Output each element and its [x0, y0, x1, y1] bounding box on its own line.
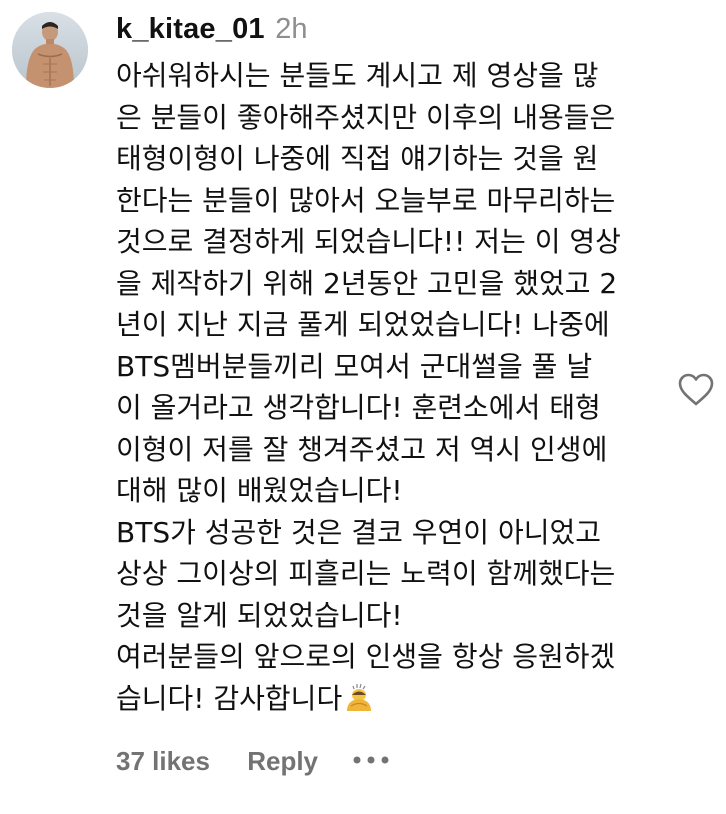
comment-line: 이 올거라고 생각합니다! 훈련소에서 태형	[116, 387, 671, 429]
comment-line: 습니다! 감사합니다	[116, 678, 671, 720]
comment-line-text: 대해 많이 배웠었습니다!	[116, 474, 403, 507]
comment-line-text: 아쉬워하시는 분들도 계시고 제 영상을 많	[116, 59, 599, 92]
comment-line-text: 이형이 저를 잘 챙겨주셨고 저 역시 인생에	[116, 432, 608, 466]
comment-footer: 37 likes Reply	[116, 740, 389, 780]
comment-line: 년이 지난 지금 풀게 되었었습니다! 나중에	[116, 304, 671, 346]
comment-line: 한다는 분들이 많아서 오늘부로 마무리하는	[116, 180, 671, 222]
comment-line-text: 한다는 분들이 많아서 오늘부로 마무리하는	[116, 183, 616, 217]
comment-line: 태형이형이 나중에 직접 얘기하는 것을 원	[116, 138, 671, 180]
likes-count[interactable]: 37 likes	[116, 746, 210, 776]
heart-outline-icon[interactable]	[676, 370, 716, 410]
comment-line-text: 태형이형이 나중에 직접 얘기하는 것을 원	[116, 142, 599, 175]
comment-line: BTS멤버분들끼리 모여서 군대썰을 풀 날	[116, 346, 671, 388]
comment-line: 아쉬워하시는 분들도 계시고 제 영상을 많	[116, 55, 671, 97]
comment: k_kitae_01 2h 아쉬워하시는 분들도 계시고 제 영상을 많은 분들…	[0, 0, 726, 814]
reply-button[interactable]: Reply	[247, 746, 318, 776]
comment-line-text: 것으로 결정하게 되었습니다!! 저는 이 영상	[116, 225, 621, 258]
username[interactable]: k_kitae_01	[116, 13, 265, 45]
comment-line: BTS가 성공한 것은 결코 우연이 아니었고	[116, 512, 671, 554]
timestamp: 2h	[275, 13, 308, 45]
comment-line-text: 상상 그이상의 피흘리는 노력이 함께했다는	[116, 557, 616, 590]
comment-line: 여러분들의 앞으로의 인생을 항상 응원하겠	[116, 636, 671, 678]
comment-line: 은 분들이 좋아해주셨지만 이후의 내용들은	[116, 97, 671, 139]
comment-header: k_kitae_01 2h	[116, 13, 307, 53]
comment-line-text: 여러분들의 앞으로의 인생을 항상 응원하겠	[116, 640, 616, 673]
more-dots-icon[interactable]	[353, 740, 389, 771]
comment-line: 을 제작하기 위해 2년동안 고민을 했었고 2	[116, 263, 671, 305]
bowing-person-emoji	[344, 682, 374, 712]
comment-line: 이형이 저를 잘 챙겨주셨고 저 역시 인생에	[116, 429, 671, 471]
comment-text: 아쉬워하시는 분들도 계시고 제 영상을 많은 분들이 좋아해주셨지만 이후의 …	[116, 55, 671, 719]
comment-line: 상상 그이상의 피흘리는 노력이 함께했다는	[116, 553, 671, 595]
comment-line-text: 것을 알게 되었었습니다!	[116, 598, 403, 632]
comment-line: 대해 많이 배웠었습니다!	[116, 470, 671, 512]
avatar[interactable]	[12, 12, 88, 88]
comment-line-text: 년이 지난 지금 풀게 되었었습니다! 나중에	[116, 308, 610, 341]
comment-line-text: BTS멤버분들끼리 모여서 군대썰을 풀 날	[116, 349, 593, 383]
comment-line: 것으로 결정하게 되었습니다!! 저는 이 영상	[116, 221, 671, 263]
comment-line: 것을 알게 되었었습니다!	[116, 595, 671, 637]
comment-line-text: BTS가 성공한 것은 결코 우연이 아니었고	[116, 515, 601, 549]
avatar-image	[12, 12, 88, 88]
comment-line-text: 은 분들이 좋아해주셨지만 이후의 내용들은	[116, 100, 616, 134]
comment-line-text: 습니다! 감사합니다	[116, 681, 343, 715]
comment-line-text: 을 제작하기 위해 2년동안 고민을 했었고 2	[116, 266, 618, 300]
comment-line-text: 이 올거라고 생각합니다! 훈련소에서 태형	[116, 391, 601, 424]
